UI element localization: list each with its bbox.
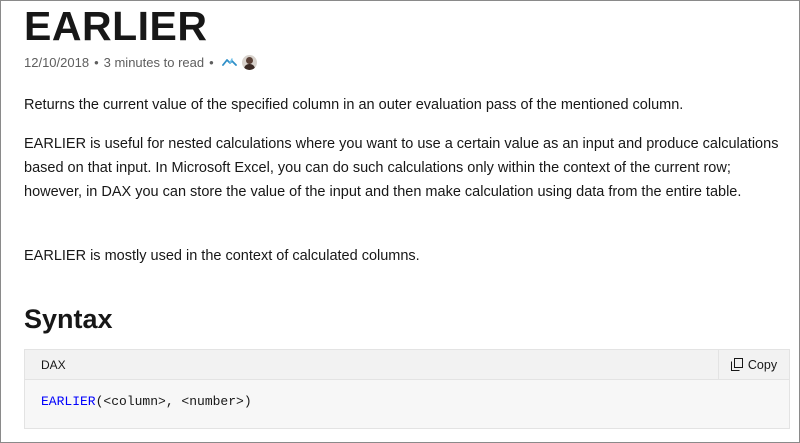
document-frame: EARLIER 12/10/2018 • 3 minutes to read •…: [0, 0, 800, 443]
remarks-paragraph: EARLIER is useful for nested calculation…: [24, 136, 779, 200]
code-function-name: EARLIER: [41, 394, 96, 409]
description-paragraph: Returns the current value of the specifi…: [24, 97, 684, 113]
code-block: DAX Copy EARLIER(<column>, <number>): [24, 349, 790, 429]
copy-label: Copy: [747, 357, 778, 372]
code-language-label: DAX: [41, 358, 66, 372]
page-title: EARLIER: [24, 3, 208, 49]
code-header: DAX Copy: [25, 350, 789, 380]
copy-icon: [730, 358, 743, 371]
code-syntax: EARLIER(<column>, <number>): [41, 394, 252, 409]
meta-separator: •: [94, 54, 99, 70]
usage-paragraph: EARLIER is mostly used in the context of…: [24, 248, 420, 264]
syntax-heading: Syntax: [24, 304, 113, 334]
article-date: 12/10/2018: [24, 54, 90, 70]
article-meta: 12/10/2018 • 3 minutes to read •: [24, 53, 257, 71]
code-arguments: (<column>, <number>): [95, 394, 252, 409]
meta-separator: •: [209, 54, 214, 70]
read-time: 3 minutes to read: [103, 54, 205, 70]
avatar[interactable]: [241, 54, 257, 70]
copy-button[interactable]: Copy: [718, 350, 789, 379]
contributor-icon[interactable]: [221, 57, 237, 67]
